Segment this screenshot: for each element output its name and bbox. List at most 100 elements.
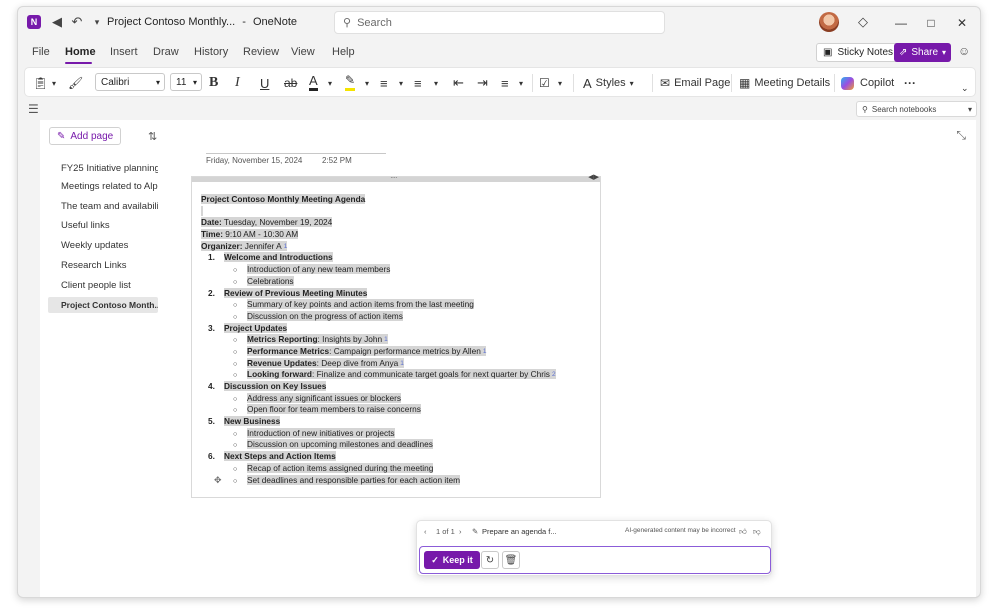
add-page-button[interactable]: ✎ Add page (49, 127, 122, 145)
underline-icon[interactable]: U (260, 72, 269, 94)
page-item[interactable]: Weekly updates (48, 237, 158, 253)
note-container[interactable]: ···· ◀▶ Project Contoso Monthly Meeting … (191, 173, 601, 498)
meeting-details-button[interactable]: ▦ Meeting Details (739, 72, 830, 94)
bullet-list-dropdown-icon[interactable]: ▾ (399, 72, 403, 94)
hamburger-menu-icon[interactable]: ☰ (28, 102, 39, 116)
copilot-button[interactable]: Copilot (841, 72, 894, 94)
chevron-left-icon[interactable]: ‹ (424, 527, 427, 536)
font-size-select[interactable]: 11 ▾ (170, 73, 202, 91)
citation-ref[interactable]: 1 (384, 336, 388, 343)
tab-history[interactable]: History (194, 46, 228, 58)
regenerate-button[interactable]: ↻ (481, 551, 499, 569)
strikethrough-icon[interactable]: ab (284, 72, 297, 94)
search-input[interactable]: ⚲ Search (334, 11, 665, 34)
italic-icon[interactable]: I (235, 72, 240, 94)
agenda-item-text: : Finalize and communicate target goals … (312, 369, 550, 380)
sticky-notes-label: Sticky Notes (837, 47, 894, 58)
citation-ref[interactable]: 1 (400, 360, 404, 367)
agenda-section-heading: 1. Welcome and Introductions (201, 252, 556, 264)
sort-icon[interactable]: ⇅ (148, 130, 157, 143)
check-icon: ✓ (431, 554, 439, 565)
citation-ref[interactable]: 2 (552, 371, 556, 378)
page-item[interactable]: FY25 Initiative planning (48, 160, 158, 176)
share-button[interactable]: ⇗ Share ▾ (894, 43, 951, 62)
agenda-item: ○ Open floor for team members to raise co… (201, 404, 556, 416)
close-button[interactable]: ✕ (947, 13, 977, 33)
bold-icon[interactable]: B (209, 72, 218, 94)
numbered-list-icon[interactable]: ≡ (414, 72, 422, 94)
mail-icon: ✉ (660, 76, 671, 90)
bullet-list-icon[interactable]: ≡ (380, 72, 388, 94)
paste-icon[interactable]: 📋︎ (33, 72, 48, 94)
add-page-icon: ✎ (57, 130, 66, 142)
tab-review[interactable]: Review (243, 46, 279, 58)
undo-icon[interactable]: ↶ (68, 13, 86, 31)
back-icon[interactable]: ◀︎ (48, 13, 66, 31)
align-icon[interactable]: ≡ (501, 72, 509, 94)
decrease-indent-icon[interactable]: ⇤ (453, 72, 464, 94)
page-item[interactable]: Meetings related to Alpha (48, 178, 158, 194)
expand-icon[interactable]: ⤡ (956, 128, 966, 143)
email-page-label: Email Page (674, 77, 731, 89)
feedback-icon[interactable]: ☺ (958, 44, 970, 58)
numbered-list-dropdown-icon[interactable]: ▾ (434, 72, 438, 94)
page-item[interactable]: Research Links (48, 257, 158, 273)
format-painter-icon[interactable]: 🖌︎ (68, 72, 83, 94)
section-title: Welcome and Introductions (224, 252, 333, 263)
ribbon-divider (834, 74, 835, 92)
chevron-down-icon: ▾ (629, 78, 634, 88)
thumbs-down-icon[interactable]: 👎︎ (753, 527, 761, 537)
citation-ref[interactable]: 1 (284, 243, 288, 250)
page-item-selected[interactable]: Project Contoso Month... (48, 297, 158, 313)
section-title: Review of Previous Meeting Minutes (224, 287, 368, 298)
app-name: OneNote (252, 16, 298, 28)
tab-file[interactable]: File (32, 46, 50, 58)
tag-icon[interactable]: ☑ (539, 72, 550, 94)
minimize-button[interactable]: — (886, 13, 916, 33)
chevron-right-icon[interactable]: › (459, 527, 462, 536)
agenda-item-label: Metrics Reporting (247, 334, 318, 345)
resize-handle-icon[interactable]: ◀▶ (588, 173, 599, 181)
diamond-icon[interactable]: ◇ (854, 13, 872, 31)
citation-ref[interactable]: 1 (483, 348, 487, 355)
highlight-dropdown-icon[interactable]: ▾ (365, 72, 369, 94)
tab-draw[interactable]: Draw (153, 46, 179, 58)
page-item[interactable]: Client people list (48, 277, 158, 293)
styles-button[interactable]: A Styles ▾ (583, 72, 634, 94)
tab-insert[interactable]: Insert (110, 46, 138, 58)
quick-access-dropdown-icon[interactable]: ▾ (88, 13, 106, 31)
tab-home[interactable]: Home (65, 46, 96, 58)
increase-indent-icon[interactable]: ⇥ (477, 72, 488, 94)
page-item[interactable]: The team and availability (48, 198, 158, 214)
discard-button[interactable]: 🗑︎ (502, 551, 520, 569)
maximize-button[interactable]: □ (916, 13, 946, 33)
tag-dropdown-icon[interactable]: ▾ (558, 72, 562, 94)
agenda-content[interactable]: Project Contoso Monthly Meeting Agenda D… (201, 194, 556, 486)
email-page-button[interactable]: ✉ Email Page (660, 72, 730, 94)
copilot-indicator-icon[interactable]: ✥ (214, 475, 222, 487)
avatar[interactable] (819, 12, 839, 32)
agenda-item: ○ Celebrations (201, 275, 556, 288)
copilot-label: Copilot (860, 77, 895, 89)
sticky-notes-button[interactable]: ▣ Sticky Notes (816, 43, 901, 62)
tab-help[interactable]: Help (332, 46, 355, 58)
refresh-icon: ↻ (485, 554, 495, 566)
agenda-item-text: Recap of action items assigned during th… (247, 462, 434, 473)
highlight-icon[interactable]: ✎ (345, 72, 356, 91)
font-color-icon[interactable]: A (309, 72, 318, 91)
ribbon-collapse-icon[interactable]: ⌄ (961, 77, 969, 99)
agenda-item: ○ Metrics Reporting: Insights by John 1 (201, 334, 556, 346)
more-options-icon[interactable]: ··· (904, 72, 916, 94)
page-item[interactable]: Useful links (48, 217, 158, 233)
search-notebooks-input[interactable]: ⚲ Search notebooks ▾ (856, 101, 977, 117)
note-container-handle[interactable]: ···· ◀▶ (192, 173, 600, 182)
tab-view[interactable]: View (291, 46, 315, 58)
paste-dropdown-icon[interactable]: ▾ (52, 72, 56, 94)
copilot-prompt[interactable]: Prepare an agenda f... (482, 527, 557, 536)
font-select[interactable]: Calibri ▾ (95, 73, 165, 91)
font-color-dropdown-icon[interactable]: ▾ (328, 72, 332, 94)
thumbs-up-icon[interactable]: 👍︎ (739, 527, 747, 537)
align-dropdown-icon[interactable]: ▾ (519, 72, 523, 94)
keep-it-button[interactable]: ✓ Keep it (424, 551, 480, 569)
agenda-item-text: Open floor for team members to raise con… (247, 404, 421, 415)
